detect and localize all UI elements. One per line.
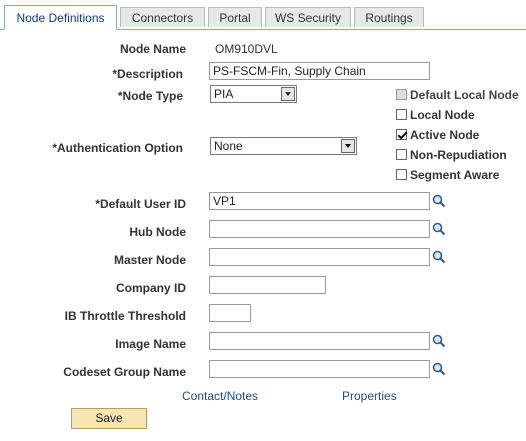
default-local-node-checkbox[interactable]: [396, 89, 407, 100]
default-user-id-input[interactable]: VP1: [209, 192, 430, 210]
search-icon[interactable]: [432, 222, 446, 236]
tab-portal[interactable]: Portal: [208, 7, 262, 27]
master-node-label: Master Node: [113, 253, 186, 267]
local-node-checkbox[interactable]: [396, 109, 407, 120]
codeset-group-name-label: Codeset Group Name: [63, 365, 186, 379]
segment-aware-label: Segment Aware: [410, 168, 500, 182]
properties-link[interactable]: Properties: [342, 389, 397, 403]
image-name-label: Image Name: [115, 337, 186, 351]
non-repudiation-label: Non-Repudiation: [410, 148, 507, 162]
segment-aware-checkbox[interactable]: [396, 169, 407, 180]
node-type-select[interactable]: PIA: [210, 85, 297, 103]
contact-notes-link[interactable]: Contact/Notes: [182, 389, 258, 403]
company-id-input[interactable]: [209, 276, 326, 294]
active-node-label: Active Node: [410, 128, 480, 142]
node-type-label: *Node Type: [117, 89, 183, 103]
node-name-label: Node Name: [119, 42, 186, 56]
non-repudiation-checkbox[interactable]: [396, 149, 407, 160]
codeset-group-name-input[interactable]: [209, 360, 430, 378]
active-node-checkbox[interactable]: [396, 129, 407, 140]
hub-node-input[interactable]: [209, 220, 430, 238]
ib-throttle-threshold-label: IB Throttle Threshold: [64, 309, 186, 323]
auth-option-value: None: [214, 139, 243, 153]
hub-node-label: Hub Node: [129, 225, 186, 239]
tab-node-definitions[interactable]: Node Definitions: [4, 5, 117, 30]
search-icon[interactable]: [432, 334, 446, 348]
save-button[interactable]: Save: [71, 408, 147, 429]
description-label: *Description: [112, 67, 183, 81]
default-user-id-label: *Default User ID: [95, 197, 186, 211]
tab-connectors[interactable]: Connectors: [120, 7, 205, 27]
chevron-down-icon[interactable]: [341, 139, 355, 153]
search-icon[interactable]: [432, 194, 446, 208]
search-icon[interactable]: [432, 362, 446, 376]
tab-bar: Node Definitions Connectors Portal WS Se…: [0, 0, 526, 30]
node-type-value: PIA: [214, 87, 234, 101]
default-local-node-label: Default Local Node: [410, 88, 519, 102]
company-id-label: Company ID: [115, 281, 186, 295]
description-input[interactable]: PS-FSCM-Fin, Supply Chain: [209, 62, 430, 80]
tab-routings[interactable]: Routings: [354, 7, 424, 27]
auth-option-label: *Authentication Option: [52, 141, 183, 155]
image-name-input[interactable]: [209, 332, 430, 350]
node-name-value: OM910DVL: [215, 42, 278, 56]
master-node-input[interactable]: [209, 248, 430, 266]
ib-throttle-threshold-input[interactable]: [209, 304, 251, 322]
tab-ws-security[interactable]: WS Security: [265, 7, 351, 27]
search-icon[interactable]: [432, 250, 446, 264]
local-node-label: Local Node: [410, 108, 475, 122]
auth-option-select[interactable]: None: [210, 137, 357, 155]
chevron-down-icon[interactable]: [281, 87, 295, 101]
